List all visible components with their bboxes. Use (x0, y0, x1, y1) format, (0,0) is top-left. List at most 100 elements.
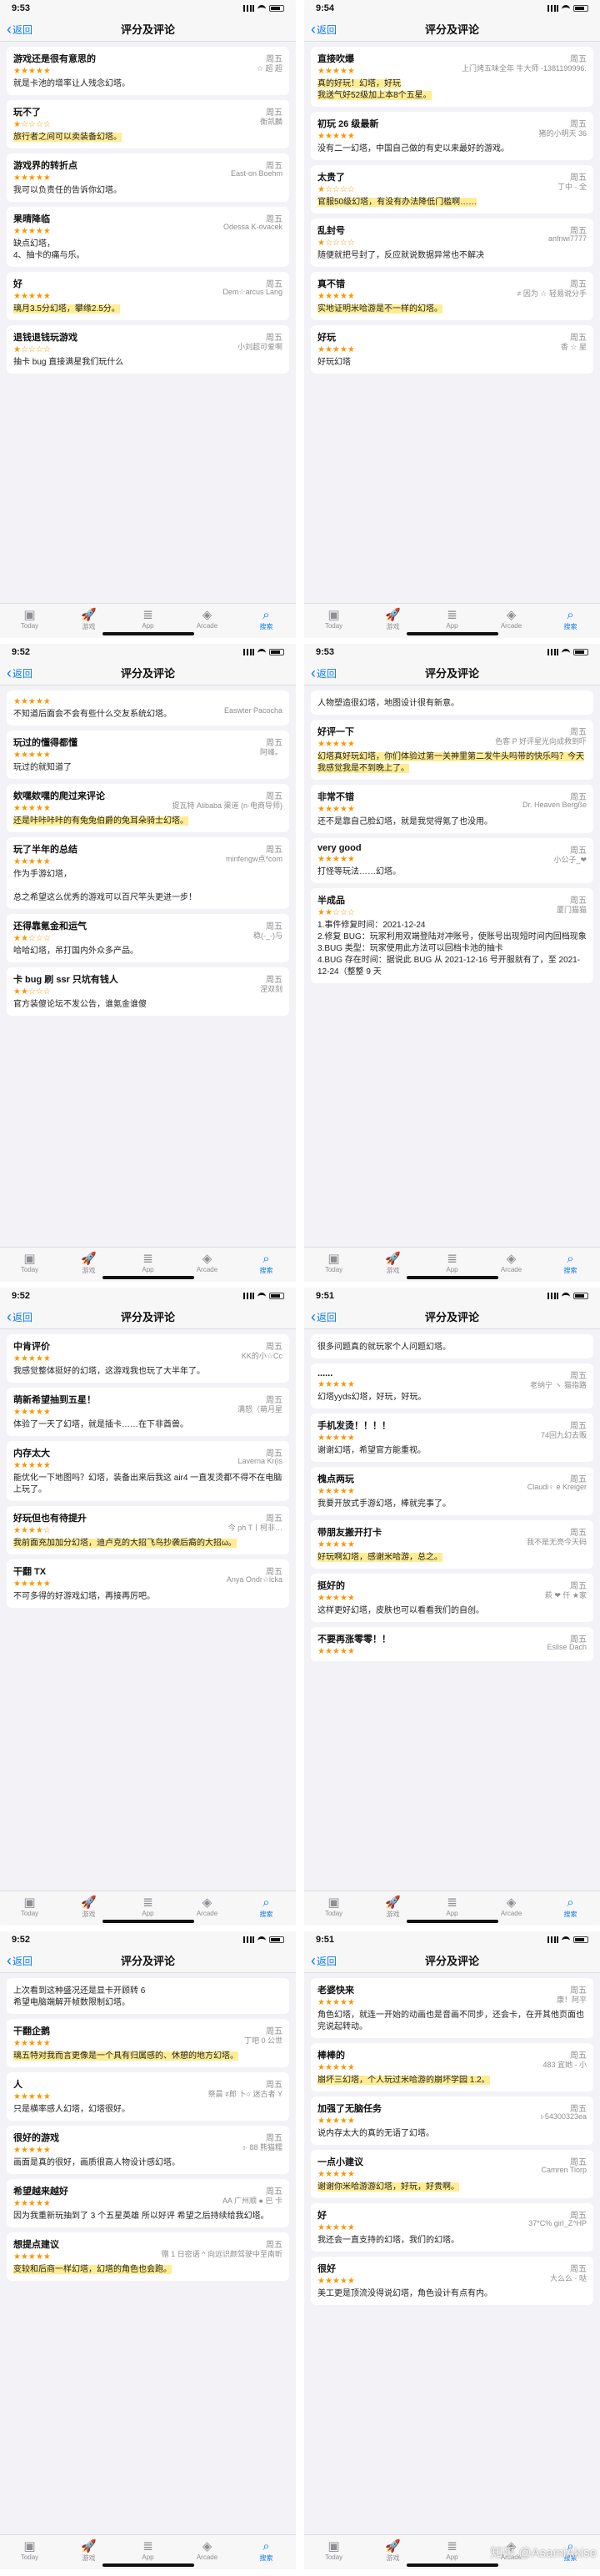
tab-apps[interactable]: ≣ App (428, 2539, 478, 2561)
review-card[interactable]: 好周五 37*C% girl_Z^HP ★★★★★ 我还会一直支持的幻塔，我们的幻塔。 (311, 2203, 593, 2252)
review-card[interactable]: 真不错 周五 ≠ 因为 ☆ 轻易说分手 ★★★★★ 实地证明米哈游是不一样的幻塔。 (311, 272, 593, 320)
back-button[interactable]: ‹ 返回 (311, 1948, 337, 1973)
tab-arcade[interactable]: ◈ Arcade (182, 2539, 232, 2561)
review-card[interactable]: 初玩 26 级最新 周五 猪的小明天 36 ★★★★★ 没有二一幻塔，中国自己做的有史以… (311, 112, 593, 160)
back-button[interactable]: ‹ 返回 (7, 660, 32, 685)
tab-arcade[interactable]: ◈ Arcade (182, 1252, 232, 1273)
review-card[interactable]: 还得靠氪金和运气 周五 稳(-_-)与 ★★☆☆☆ 哈哈幻塔，吊打国内外众多产品。 (7, 914, 289, 962)
tab-games[interactable]: 🚀 游戏 (368, 608, 418, 631)
review-card[interactable]: ...... 周五 老纳宁 ヽ 猫指路 ★★★★★ 幻塔yyds幻塔，好玩，好玩。 (311, 1363, 593, 1409)
back-button[interactable]: ‹ 返回 (7, 1304, 32, 1329)
back-button[interactable]: ‹ 返回 (311, 1304, 337, 1329)
review-card[interactable]: 非常不错 周五 Dr. Heaven Bergße ★★★★★ 还不是靠自己脸幻塔，就是… (311, 785, 593, 833)
tab-search[interactable]: ⌕ 搜索 (242, 1896, 292, 1919)
review-card[interactable]: 槐点两玩 周五 Claudi♀ e Kreiger ★★★★★ 我要开放式手游幻塔，棒就… (311, 1467, 593, 1515)
tab-search[interactable]: ⌕ 搜索 (546, 1896, 596, 1919)
review-card[interactable]: 太贵了 周五 丁中 · 全 ★☆☆☆☆ 官服50级幻塔，有没有办法降低门槛啊…… (311, 165, 593, 213)
tab-search[interactable]: ⌕ 搜索 (242, 608, 292, 631)
tab-today[interactable]: ▣ Today (5, 2539, 55, 2561)
tab-today[interactable]: ▣ Today (5, 608, 55, 630)
review-list[interactable]: 人物塑造很幻塔，地图设计很有新意。好评一下 周五 色客 P 好评星光向成救到吓 ★★★… (304, 685, 600, 1247)
review-card[interactable]: 不要再涨零零！！ 周五 Eslise Dach ★★★★★ (311, 1627, 593, 1661)
tab-search[interactable]: ⌕ 搜索 (242, 1252, 292, 1275)
tab-apps[interactable]: ≣ App (428, 1252, 478, 1273)
review-card[interactable]: 想提点建议 周五赠 1 日密语 ^ 向远识颜驾驶中至南昕 ★★★★★ 变较和后商一样幻… (7, 2232, 289, 2281)
review-list[interactable]: 老婆快来 周五 康！阿平 ★★★★★ 角色幻塔，就连一开始的动画也是音画不同步，还会卡，… (304, 1973, 600, 2534)
review-card[interactable]: 直接吹爆 周五 上门烤五味全年 牛大师 -1381199996... ★★★★★ 真的好… (311, 47, 593, 107)
review-card[interactable]: 欸嘿欸嘿的爬过来评论 周五 提瓦特 Alibaba 渠道 (n·电商导师) ★★★★★… (7, 784, 289, 832)
review-list[interactable]: 很多问题真的就玩家个人问题幻塔。 ...... 周五 老纳宁 ヽ 猫指路 ★★★★★ 幻塔… (304, 1329, 600, 1891)
review-card[interactable]: 果晴降临 周五 Odessa K-ovacek ★★★★★ 缺点幻塔， 4、抽卡的痛与乐… (7, 207, 289, 267)
tab-today[interactable]: ▣ Today (309, 1896, 359, 1917)
review-card[interactable]: 带朋友搬开打卡 周五 我不是无亮今天码 ★★★★★ 好玩啊幻塔，感谢米哈游，总之。 (311, 1520, 593, 1569)
review-card[interactable]: 好玩但也有待提升 周五今 ph T丨柯非… ★★★★☆ 我前面充加加分幻塔，迪卢克的大… (7, 1506, 289, 1554)
tab-today[interactable]: ▣ Today (5, 1252, 55, 1273)
review-card[interactable]: 退钱退钱玩游戏 周五 小刘超可爱啊 ★☆☆☆☆ 抽卡 bug 直接满星我们玩什么 (7, 325, 289, 374)
tab-games[interactable]: 🚀 游戏 (64, 1896, 114, 1919)
review-card[interactable]: 萌新希望抽到五星！ 周五 满怒（萌月星 ★★★★★ 体验了一天了幻塔，就是插卡……在下非… (7, 1388, 289, 1436)
back-button[interactable]: ‹ 返回 (7, 17, 32, 42)
tab-search[interactable]: ⌕ 搜索 (546, 1252, 596, 1275)
review-card[interactable]: 玩了半年的总结 周五 minfengw点*com ★★★★★ 作为手游幻塔， 总之希望这… (7, 837, 289, 909)
review-card[interactable]: 人周五 祭晨 ≠郎 卜○ 迷古者 Y ★★★★★ 只是横率感人幻塔，幻塔很好。 (7, 2072, 289, 2121)
tab-apps[interactable]: ≣ App (428, 608, 478, 630)
tab-games[interactable]: 🚀 游戏 (368, 1896, 418, 1919)
review-card[interactable]: 游戏还是很有意思的 周五 ☆ 超 超 ★★★★★ 就是卡池的增率让人残念幻塔。 (7, 47, 289, 95)
review-card[interactable]: 干翻 TX 周五 Anya Ondr☆icka ★★★★★ 不可多得的好游戏幻塔，再接再… (7, 1559, 289, 1608)
tab-search[interactable]: ⌕ 搜索 (242, 2539, 292, 2563)
review-card[interactable]: 很多问题真的就玩家个人问题幻塔。 (311, 1334, 593, 1358)
review-card[interactable]: 乱封号 周五 anfnwi7777 ★☆☆☆☆ 随便就把号封了，反应就说数据异常也不解决 (311, 218, 593, 267)
review-card[interactable]: 卡 bug 刷 ssr 只坑有钱人 周五 涅双刻 ★★☆☆☆ 官方装傻论坛不发公告，谁氪… (7, 967, 289, 1016)
review-card[interactable]: 游戏界的转折点 周五 East-on Boehm ★★★★★ 我可以负责任的告诉你幻塔。 (7, 153, 289, 202)
review-list[interactable]: 上次看到这种盛况还是显卡开顾转 6 希望电脑端解开帧数限制幻塔。干翻企鹅 周五 丁吧… (0, 1973, 296, 2534)
review-card[interactable]: very good 周五 小公子_❤ ★★★★★ 打怪等玩法……幻塔。 (311, 838, 593, 883)
tab-games[interactable]: 🚀 游戏 (64, 2539, 114, 2563)
review-list[interactable]: Easwter Pacocha ★★★★★ 不知道后面会不会有些什么交友系统幻塔。玩… (0, 685, 296, 1247)
tab-arcade[interactable]: ◈ Arcade (487, 1252, 537, 1273)
tab-apps[interactable]: ≣ App (123, 2539, 173, 2561)
tab-arcade[interactable]: ◈ Arcade (487, 608, 537, 630)
tab-today[interactable]: ▣ Today (309, 1252, 359, 1273)
tab-arcade[interactable]: ◈ Arcade (487, 1896, 537, 1917)
tab-games[interactable]: 🚀 游戏 (64, 1252, 114, 1275)
review-list[interactable]: 中肯评价 周五 KK的小☆Cc ★★★★★ 我感觉整体挺好的幻塔，这游戏我也玩了大半年了… (0, 1329, 296, 1891)
review-card[interactable]: 玩过的懂得都懂 周五 阿峰。 ★★★★★ 玩过的就知道了 (7, 731, 289, 779)
review-card[interactable]: 老婆快来 周五 康！阿平 ★★★★★ 角色幻塔，就连一开始的动画也是音画不同步，还会卡，… (311, 1978, 593, 2038)
review-card[interactable]: 手机发烫！！！！ 周五 74回九幻去贩 ★★★★★ 谢谢幻塔，希望官方能重视。 (311, 1414, 593, 1462)
tab-apps[interactable]: ≣ App (123, 1252, 173, 1273)
back-button[interactable]: ‹ 返回 (311, 660, 337, 685)
tab-today[interactable]: ▣ Today (309, 608, 359, 630)
review-card[interactable]: 中肯评价 周五 KK的小☆Cc ★★★★★ 我感觉整体挺好的幻塔，这游戏我也玩了大半年了… (7, 1334, 289, 1383)
tab-today[interactable]: ▣ Today (5, 1896, 55, 1917)
tab-games[interactable]: 🚀 游戏 (64, 608, 114, 631)
back-button[interactable]: ‹ 返回 (7, 1948, 32, 1973)
review-card[interactable]: 半成品 周五 厦门猫猫 ★★☆☆☆ 1.事件修复时间：2021-12-24 2.修复 B… (311, 888, 593, 983)
tab-arcade[interactable]: ◈ Arcade (182, 608, 232, 630)
tab-games[interactable]: 🚀 游戏 (368, 1252, 418, 1275)
review-card[interactable]: Easwter Pacocha ★★★★★ 不知道后面会不会有些什么交友系统幻塔。 (7, 690, 289, 726)
tab-apps[interactable]: ≣ App (123, 1896, 173, 1917)
review-card[interactable]: 好周五 Dem☆arcus Lang ★★★★★ 璃月3.5分幻塔，攀缘2.5分。 (7, 272, 289, 320)
review-card[interactable]: 一点小建议 周五 Camren Tiorp ★★★★★ 谢谢你米哈游游幻塔，好玩，好贵啊… (311, 2150, 593, 2198)
tab-apps[interactable]: ≣ App (123, 608, 173, 630)
review-card[interactable]: 好玩 周五香 ☆ 星 ★★★★★ 好玩幻塔 (311, 325, 593, 374)
tab-arcade[interactable]: ◈ Arcade (182, 1896, 232, 1917)
back-button[interactable]: ‹ 返回 (311, 17, 337, 42)
review-card[interactable]: 上次看到这种盛况还是显卡开顾转 6 希望电脑端解开帧数限制幻塔。 (7, 1978, 289, 2014)
review-card[interactable]: 棒棒的 周五 483 宜她 - 小 ★★★★★ 崩坏三幻塔，个人玩过米哈游的崩坏学园 1… (311, 2043, 593, 2091)
review-card[interactable]: 挺好的 周五萩 ❤ 仟 ★家 ★★★★★ 这样更好幻塔，皮肤也可以看看我们的自创。 (311, 1574, 593, 1622)
review-card[interactable]: 好评一下 周五 色客 P 好评星光向成救到吓 ★★★★★ 幻塔真好玩幻塔，你们体验过第一… (311, 720, 593, 780)
tab-today[interactable]: ▣ Today (309, 2539, 359, 2561)
review-list[interactable]: 游戏还是很有意思的 周五 ☆ 超 超 ★★★★★ 就是卡池的增率让人残念幻塔。 玩不了 周五… (0, 42, 296, 603)
review-card[interactable]: 希望越来越好 周五 AA 广州顺 ● 巴 卡 ★★★★★ 因为我重新玩抽到了 3 个五星… (7, 2179, 289, 2227)
tab-apps[interactable]: ≣ App (428, 1896, 478, 1917)
review-card[interactable]: 干翻企鹅 周五 丁吧 0 公世 ★★★★★ 璃五特对我而言更像是一个具有归属感的、休憩的… (7, 2019, 289, 2067)
review-card[interactable]: 很好的游戏 周五 ι· 88 熊猫糯 ★★★★★ 画面是真的很好，画质很高人物设计感幻塔… (7, 2126, 289, 2174)
review-card[interactable]: 玩不了 周五 衡凯麟 ★☆☆☆☆ 旅行者之间可以卖装备幻塔。 (7, 100, 289, 148)
review-card[interactable]: 人物塑造很幻塔，地图设计很有新意。 (311, 690, 593, 715)
tab-games[interactable]: 🚀 游戏 (368, 2539, 418, 2563)
review-card[interactable]: 很好 周五 大么么 · 哒 ★★★★★ 美工更是顶流没得说幻塔，角色设计有点有内。 (311, 2257, 593, 2305)
review-card[interactable]: 加强了无脑任务 周五 ι·54300323ea ★★★★★ 说内存太大的真的无语了幻塔。 (311, 2096, 593, 2145)
review-card[interactable]: 内存太大 周五 Laverna Kr(is ★★★★★ 能优化一下地图吗？幻塔，装备出来… (7, 1441, 289, 1501)
review-list[interactable]: 直接吹爆 周五 上门烤五味全年 牛大师 -1381199996... ★★★★★ 真的好… (304, 42, 600, 603)
